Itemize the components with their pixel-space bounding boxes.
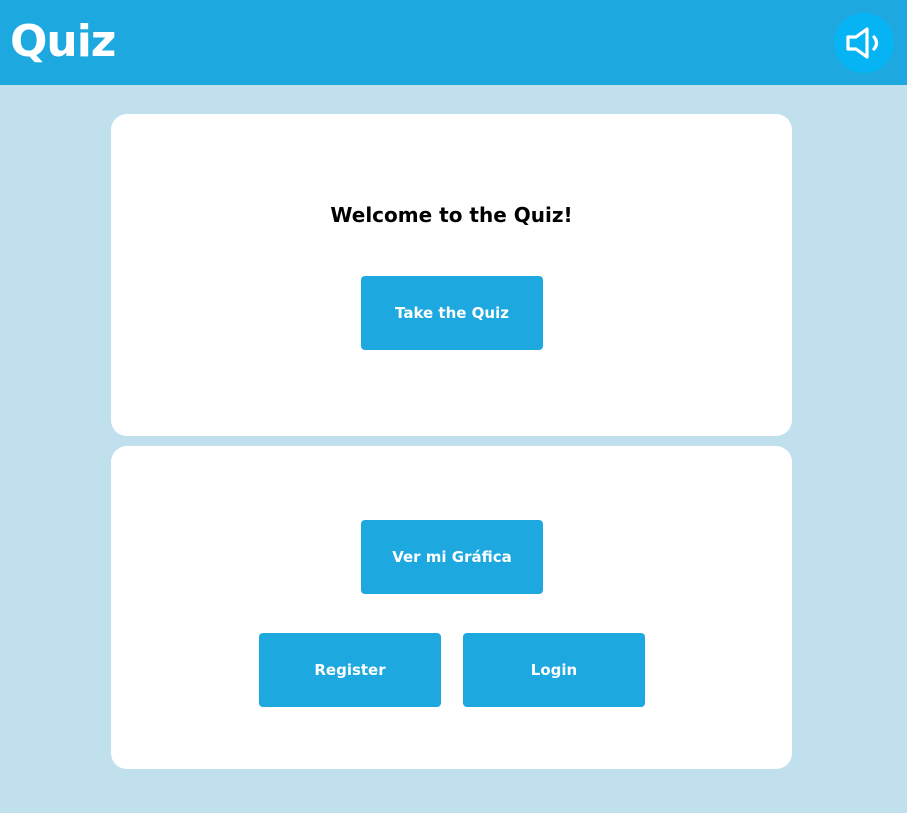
view-chart-button[interactable]: Ver mi Gráfica [361, 520, 543, 594]
actions-card: Ver mi Gráfica Register Login [111, 446, 792, 769]
speaker-volume-icon [846, 27, 879, 59]
welcome-heading: Welcome to the Quiz! [330, 203, 573, 227]
login-button[interactable]: Login [463, 633, 645, 707]
app-title: Quiz [10, 16, 116, 67]
register-button[interactable]: Register [259, 633, 441, 707]
welcome-card: Welcome to the Quiz! Take the Quiz [111, 114, 792, 436]
app-header: Quiz [0, 0, 907, 85]
sound-toggle-button[interactable] [834, 13, 894, 73]
take-quiz-button[interactable]: Take the Quiz [361, 276, 543, 350]
